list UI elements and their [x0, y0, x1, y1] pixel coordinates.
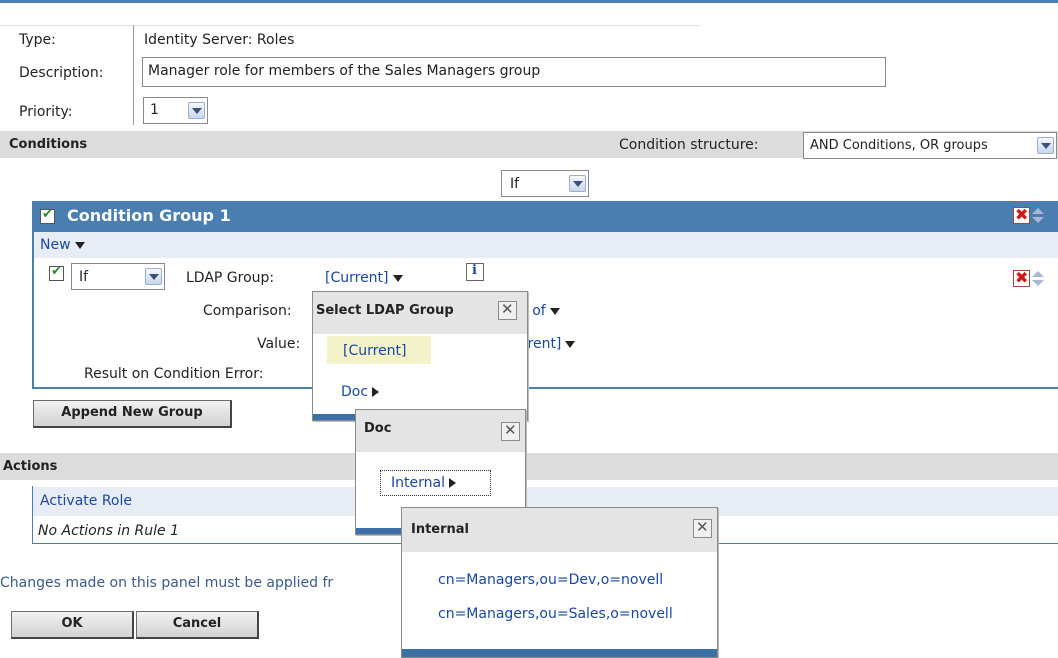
actions-header: Actions [0, 453, 1058, 480]
doc-option-internal[interactable]: Internal [380, 470, 491, 496]
chevron-right-icon [448, 478, 456, 488]
condition-structure-value: AND Conditions, OR groups [810, 138, 988, 153]
comparison-label: Comparison: [203, 303, 292, 319]
select-ldap-group-popup: Select LDAP Group [Current] Doc [312, 291, 528, 421]
footer-note: Changes made on this panel must be appli… [0, 575, 334, 591]
info-icon[interactable] [466, 263, 484, 281]
chevron-down-icon [549, 307, 560, 315]
ldap-option-current[interactable]: [Current] [343, 343, 407, 359]
top-border [0, 0, 1058, 7]
popup-title: Internal [411, 522, 470, 537]
type-label: Type: [19, 32, 56, 48]
ok-button[interactable]: OK [11, 611, 134, 639]
group-operator-value: If [510, 176, 520, 192]
internal-option-sales[interactable]: cn=Managers,ou=Sales,o=novell [438, 606, 673, 622]
new-label: New [40, 237, 71, 253]
condition-structure-label: Condition structure: [619, 137, 759, 153]
ldap-group-label: LDAP Group: [186, 270, 275, 286]
chevron-down-icon [392, 274, 403, 282]
description-label: Description: [19, 65, 104, 81]
condition-operator-value: If [79, 269, 89, 285]
condition-operator-select[interactable]: If [71, 263, 165, 290]
new-menu-bar [34, 232, 1058, 258]
delete-group-icon[interactable] [1013, 205, 1030, 224]
priority-value: 1 [150, 102, 159, 118]
popup-title: Doc [364, 421, 392, 436]
priority-select[interactable]: 1 [143, 97, 208, 124]
no-actions-text: No Actions in Rule 1 [38, 523, 179, 539]
conditions-heading: Conditions [9, 137, 88, 152]
ldap-option-doc[interactable]: Doc [341, 384, 380, 400]
type-value: Identity Server: Roles [144, 32, 295, 48]
group-operator-select[interactable]: If [501, 170, 589, 197]
delete-condition-icon[interactable] [1013, 268, 1030, 287]
reorder-arrows-icon[interactable] [1031, 207, 1044, 224]
activate-role-link[interactable]: Activate Role [40, 493, 132, 509]
new-menu[interactable]: New [40, 237, 85, 253]
condition-structure-select[interactable]: AND Conditions, OR groups [803, 132, 1057, 159]
close-icon[interactable] [501, 421, 520, 441]
description-input[interactable]: Manager role for members of the Sales Ma… [142, 57, 886, 87]
internal-option-dev[interactable]: cn=Managers,ou=Dev,o=novell [438, 572, 663, 588]
description-text: Manager role for members of the Sales Ma… [148, 63, 541, 79]
group-enabled-checkbox[interactable] [40, 207, 55, 224]
row-divider [0, 25, 700, 26]
chevron-down-icon [569, 175, 586, 192]
condition-enabled-checkbox[interactable] [49, 264, 64, 281]
priority-label: Priority: [19, 104, 73, 120]
value-label: Value: [257, 336, 301, 352]
ldap-option-doc-label: Doc [341, 384, 369, 400]
ldap-group-value: [Current] [325, 270, 389, 286]
chevron-down-icon [1037, 137, 1054, 154]
chevron-down-icon [565, 340, 576, 348]
result-on-error-label: Result on Condition Error: [84, 366, 264, 382]
chevron-right-icon [372, 387, 380, 397]
condition-group-title: Condition Group 1 [67, 206, 231, 225]
ldap-group-dropdown[interactable]: [Current] [325, 270, 403, 286]
close-icon[interactable] [498, 300, 517, 320]
internal-popup: Internal cn=Managers,ou=Dev,o=novell cn=… [401, 507, 718, 658]
cancel-button[interactable]: Cancel [136, 611, 259, 639]
close-icon[interactable] [693, 518, 712, 538]
label-column-divider [133, 25, 134, 125]
doc-option-internal-label: Internal [391, 475, 445, 491]
chevron-down-icon [188, 102, 205, 119]
chevron-down-icon [145, 268, 162, 285]
append-new-group-button[interactable]: Append New Group [33, 400, 232, 428]
actions-heading: Actions [3, 459, 58, 474]
popup-title: Select LDAP Group [316, 303, 454, 318]
value-dropdown[interactable]: rrent] [522, 336, 576, 352]
chevron-down-icon [74, 241, 85, 249]
reorder-arrows-icon[interactable] [1031, 270, 1044, 287]
